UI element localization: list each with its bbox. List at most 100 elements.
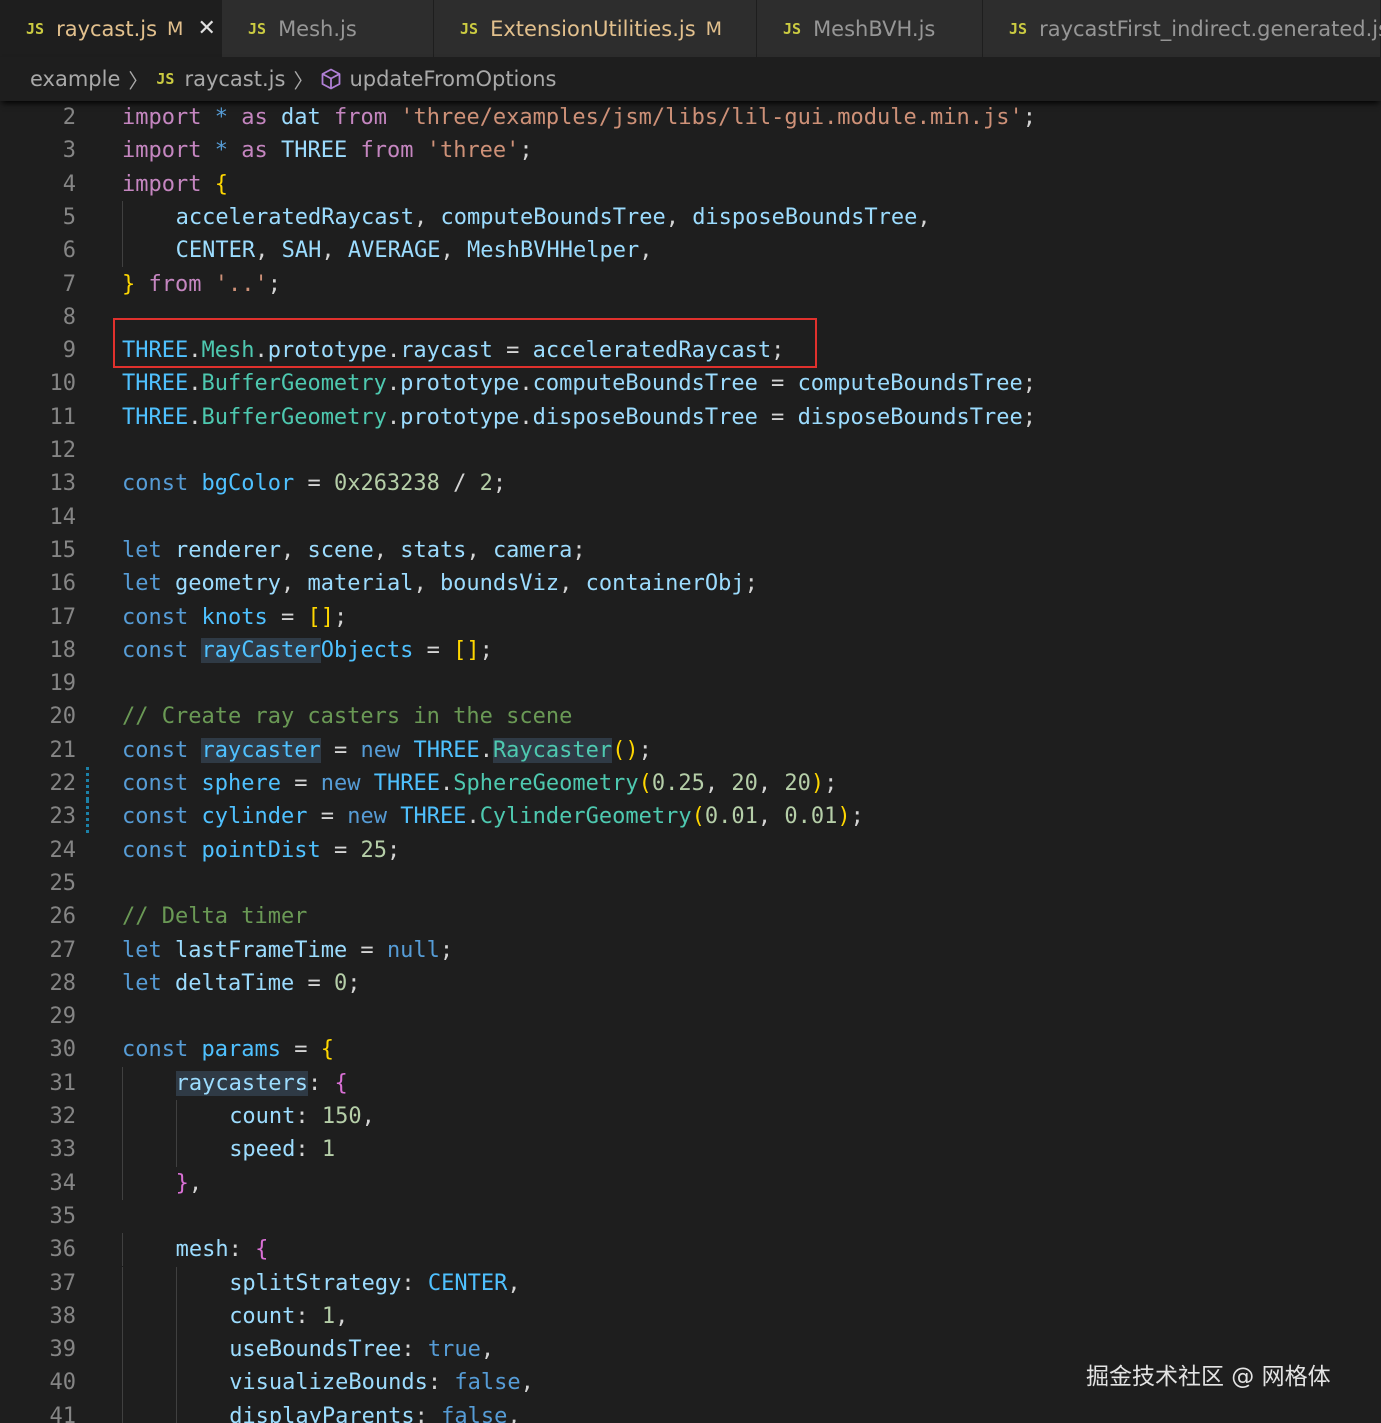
code-line[interactable]: 7} from '..';	[0, 268, 1381, 301]
tab-mesh-js[interactable]: JS Mesh.js	[222, 0, 434, 57]
code-line[interactable]: 32 count: 150,	[0, 1100, 1381, 1134]
code-line[interactable]: 35	[0, 1200, 1381, 1233]
tab-raycastfirst-indirect-generated-js[interactable]: JS raycastFirst_indirect.generated.js	[983, 0, 1381, 57]
code-line[interactable]: 10 THREE.BufferGeometry.prototype.compute…	[0, 367, 1381, 400]
code-line[interactable]: 19	[0, 667, 1381, 700]
breadcrumb-file[interactable]: raycast.js	[184, 67, 285, 91]
code-line[interactable]: 13 const bgColor = 0x263238 / 2;	[0, 467, 1381, 500]
code-line[interactable]: 38 count: 1,	[0, 1299, 1381, 1334]
line-number: 20	[49, 704, 77, 730]
code-line[interactable]: 31 raycasters: {	[0, 1066, 1381, 1100]
line-number: 12	[49, 438, 77, 463]
code-line[interactable]: 34},	[0, 1166, 1381, 1200]
line-number: 27	[49, 937, 77, 963]
code-editor[interactable]: 2 import * as dat from 'three/examples/js…	[0, 101, 1381, 1423]
code-line[interactable]: 21 const raycaster = new THREE.Raycaster(…	[0, 734, 1381, 767]
tab-label: MeshBVH.js	[813, 16, 936, 41]
code-line[interactable]: 4 import {	[0, 168, 1381, 201]
code-text: splitStrategy: CENTER,	[229, 1267, 520, 1300]
tab-extensionutilities-js[interactable]: JS ExtensionUtilities.js M	[434, 0, 757, 57]
code-token: .	[254, 338, 268, 364]
code-text: // Delta timer	[122, 900, 307, 933]
code-token: ,	[188, 1170, 203, 1196]
code-line[interactable]: 8	[0, 301, 1381, 334]
code-text: const knots = [];	[122, 601, 347, 634]
code-text: let deltaTime = 0;	[122, 967, 360, 1000]
code-token: THREE	[122, 404, 189, 430]
line-number: 11	[49, 404, 77, 430]
code-line[interactable]: 5 acceleratedRaycast, computeBoundsTree, …	[0, 200, 1381, 235]
code-line[interactable]: 9 THREE.Mesh.prototype.raycast = accelera…	[0, 334, 1381, 367]
code-line[interactable]: 6 CENTER, SAH, AVERAGE, MeshBVHHelper,	[0, 234, 1381, 268]
javascript-file-icon: JS	[460, 19, 479, 38]
code-line[interactable]: 28 let deltaTime = 0;	[0, 967, 1381, 1000]
code-token: 1	[321, 1303, 336, 1329]
code-token: import	[122, 171, 202, 197]
code-line[interactable]: 16 let geometry, material, boundsViz, con…	[0, 567, 1381, 600]
code-line[interactable]: 14	[0, 501, 1381, 534]
code-line[interactable]: 17 const knots = [];	[0, 601, 1381, 634]
code-line[interactable]: 2 import * as dat from 'three/examples/js…	[0, 101, 1381, 134]
code-line[interactable]: 27 let lastFrameTime = null;	[0, 934, 1381, 967]
code-line[interactable]: 11 THREE.BufferGeometry.prototype.dispose…	[0, 401, 1381, 434]
code-line[interactable]: 22 const sphere = new THREE.SphereGeometr…	[0, 767, 1381, 801]
breadcrumb-symbol[interactable]: updateFromOptions	[349, 67, 556, 91]
indent-guide	[175, 1133, 177, 1167]
code-line[interactable]: 29	[0, 1000, 1381, 1033]
line-number: 29	[49, 1004, 77, 1030]
indent-guide	[122, 1066, 123, 1100]
code-token: ,	[665, 204, 693, 230]
code-line[interactable]: 41 displayParents: false,	[0, 1399, 1381, 1423]
code-token: THREE	[413, 737, 480, 763]
code-text: let lastFrameTime = null;	[122, 934, 453, 967]
code-line[interactable]: 3 import * as THREE from 'three';	[0, 134, 1381, 167]
code-token: :	[401, 1337, 428, 1363]
javascript-file-icon: JS	[248, 19, 267, 38]
code-line[interactable]: 15 let renderer, scene, stats, camera;	[0, 534, 1381, 567]
code-token: =	[307, 804, 348, 830]
code-token: 'three'	[426, 138, 520, 164]
breadcrumb-folder[interactable]: example	[30, 67, 120, 91]
code-line[interactable]: 30 const params = {	[0, 1033, 1381, 1066]
code-text: useBoundsTree: true,	[229, 1333, 494, 1366]
code-token: computeBoundsTree	[532, 371, 758, 397]
indent-guide	[175, 1333, 177, 1367]
indent-guide	[122, 200, 123, 235]
code-line[interactable]: 37 splitStrategy: CENTER,	[0, 1266, 1381, 1300]
code-token: as	[241, 138, 268, 164]
code-line[interactable]: 18 const rayCasterObjects = [];	[0, 634, 1381, 667]
code-token: prototype	[267, 338, 387, 364]
code-token: new	[320, 771, 361, 796]
code-text: let geometry, material, boundsViz, conta…	[122, 567, 758, 600]
line-number: 31	[49, 1070, 77, 1096]
code-line[interactable]: 12	[0, 434, 1381, 467]
code-line[interactable]: 25	[0, 867, 1381, 900]
code-line[interactable]: 26 // Delta timer	[0, 900, 1381, 933]
code-line[interactable]: 36 mesh: {	[0, 1233, 1381, 1267]
code-line[interactable]: 33 speed: 1	[0, 1133, 1381, 1167]
close-icon[interactable]: ✕	[197, 17, 215, 40]
code-token: 0.01	[704, 804, 758, 830]
tab-meshbvh-js[interactable]: JS MeshBVH.js	[757, 0, 983, 57]
code-line[interactable]: 23 const cylinder = new THREE.CylinderGeo…	[0, 800, 1381, 834]
code-token: new	[360, 737, 401, 763]
code-line[interactable]: 20 // Create ray casters in the scene	[0, 700, 1381, 733]
code-text: const sphere = new THREE.SphereGeometry(…	[122, 767, 837, 800]
code-token: ;	[744, 571, 758, 597]
code-token: =	[280, 771, 321, 796]
code-line[interactable]: 24 const pointDist = 25;	[0, 834, 1381, 867]
tab-raycast-js[interactable]: JS raycast.js M ✕	[0, 0, 222, 57]
code-token: BufferGeometry	[201, 371, 387, 397]
line-number: 10	[49, 371, 77, 397]
indent-guide	[122, 1266, 123, 1300]
code-token: 'three/examples/jsm/libs/lil-gui.module.…	[400, 105, 1023, 130]
code-token: :	[308, 1070, 335, 1096]
code-token: THREE	[122, 371, 189, 397]
code-token: AVERAGE	[347, 238, 441, 264]
code-text: THREE.BufferGeometry.prototype.computeBo…	[122, 367, 1036, 400]
